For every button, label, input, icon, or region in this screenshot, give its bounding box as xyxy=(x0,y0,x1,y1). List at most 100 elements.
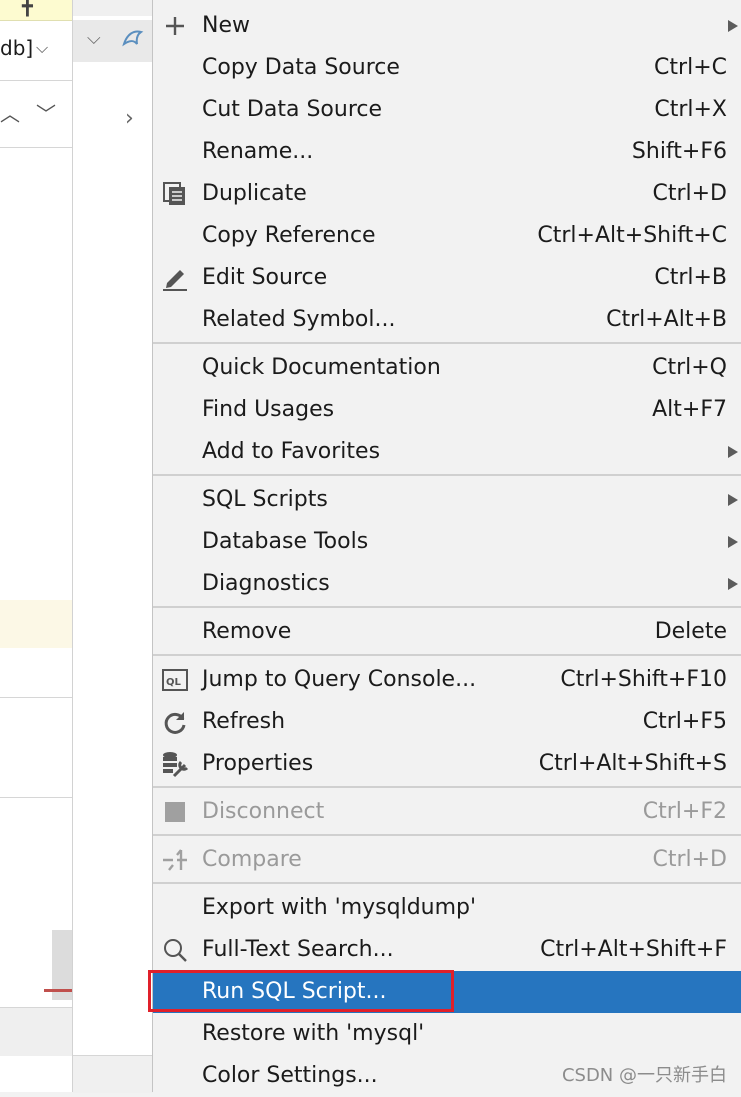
tree-node-selected[interactable]: ⌵ xyxy=(73,20,153,62)
annotation-highlight-box xyxy=(148,970,454,1012)
menu-separator xyxy=(153,834,741,836)
stop-icon xyxy=(161,798,189,826)
menu-item-shortcut: Ctrl+Alt+Shift+F xyxy=(540,937,727,962)
menu-item-label: Rename... xyxy=(202,139,314,164)
menu-item-label: Remove xyxy=(202,619,292,644)
menu-item-quick-documentation[interactable]: Quick Documentation Ctrl+Q xyxy=(153,347,741,389)
menu-item-label: Properties xyxy=(202,751,314,776)
menu-item-shortcut: Alt+F7 xyxy=(652,397,727,422)
menu-item-shortcut: Ctrl+Q xyxy=(652,355,727,380)
menu-item-remove[interactable]: Remove Delete xyxy=(153,611,741,653)
database-tree-panel: ⌵ › xyxy=(73,0,153,1093)
menu-item-shortcut: Ctrl+F5 xyxy=(642,709,727,734)
menu-item-new[interactable]: New xyxy=(153,5,741,47)
menu-item-shortcut: Ctrl+Shift+F10 xyxy=(560,667,727,692)
menu-separator xyxy=(153,786,741,788)
submenu-arrow-icon xyxy=(728,494,738,506)
menu-item-duplicate[interactable]: Duplicate Ctrl+D xyxy=(153,173,741,215)
menu-item-shortcut: Ctrl+Alt+B xyxy=(606,307,727,332)
menu-item-cut-data-source[interactable]: Cut Data Source Ctrl+X xyxy=(153,89,741,131)
pin-icon[interactable]: ╋ xyxy=(22,0,33,17)
error-marker xyxy=(44,989,72,992)
menu-item-shortcut: Ctrl+B xyxy=(654,265,727,290)
menu-item-rename[interactable]: Rename... Shift+F6 xyxy=(153,131,741,173)
menu-item-label: Diagnostics xyxy=(202,571,330,596)
menu-item-export-with-mysqldump[interactable]: Export with 'mysqldump' xyxy=(153,887,741,929)
menu-item-shortcut: Ctrl+X xyxy=(654,97,727,122)
menu-item-compare: Compare Ctrl+D xyxy=(153,839,741,881)
chevron-right-icon[interactable]: › xyxy=(125,106,134,131)
nav-arrows: ︿ ﹀ xyxy=(0,92,72,130)
mid-bottom-bar xyxy=(73,1055,153,1093)
left-bottom-bar xyxy=(0,1007,72,1056)
menu-item-label: Edit Source xyxy=(202,265,328,290)
duplicate-icon xyxy=(161,180,189,208)
schema-selector-label: db] xyxy=(0,36,34,60)
refresh-icon xyxy=(161,708,189,736)
menu-item-sql-scripts[interactable]: SQL Scripts xyxy=(153,479,741,521)
menu-item-shortcut: Ctrl+D xyxy=(652,847,727,872)
menu-item-refresh[interactable]: Refresh Ctrl+F5 xyxy=(153,701,741,743)
submenu-arrow-icon xyxy=(728,446,738,458)
menu-item-label: Compare xyxy=(202,847,302,872)
properties-icon xyxy=(161,750,189,778)
menu-item-jump-to-query-console[interactable]: QL Jump to Query Console... Ctrl+Shift+F10 xyxy=(153,659,741,701)
menu-item-label: Cut Data Source xyxy=(202,97,383,122)
submenu-arrow-icon xyxy=(728,20,738,32)
menu-item-label: New xyxy=(202,13,250,38)
plus-icon xyxy=(161,12,189,40)
menu-item-label: Copy Reference xyxy=(202,223,376,248)
search-icon xyxy=(161,936,189,964)
top-toolbar-strip xyxy=(73,0,153,16)
menu-item-label: Color Settings... xyxy=(202,1063,378,1088)
divider xyxy=(0,147,72,148)
menu-item-label: SQL Scripts xyxy=(202,487,328,512)
menu-item-label: Related Symbol... xyxy=(202,307,396,332)
menu-item-shortcut: Delete xyxy=(654,619,727,644)
divider xyxy=(0,80,72,81)
menu-item-label: Disconnect xyxy=(202,799,325,824)
svg-text:QL: QL xyxy=(166,677,182,688)
menu-item-label: Full-Text Search... xyxy=(202,937,394,962)
context-menu: New Copy Data Source Ctrl+C Cut Data Source… xyxy=(152,0,741,1092)
menu-item-label: Refresh xyxy=(202,709,286,734)
submenu-arrow-icon xyxy=(728,536,738,548)
menu-item-database-tools[interactable]: Database Tools xyxy=(153,521,741,563)
left-toolbar-strip: ╋ xyxy=(0,0,72,21)
menu-item-shortcut: Ctrl+C xyxy=(654,55,727,80)
menu-item-label: Export with 'mysqldump' xyxy=(202,895,477,920)
left-panel: ╋ db] ⌵ ︿ ﹀ xyxy=(0,0,73,1092)
menu-item-copy-data-source[interactable]: Copy Data Source Ctrl+C xyxy=(153,47,741,89)
menu-item-edit-source[interactable]: Edit Source Ctrl+B xyxy=(153,257,741,299)
chevron-down-icon[interactable]: ⌵ xyxy=(87,28,101,49)
chevron-down-icon[interactable]: ﹀ xyxy=(36,98,56,127)
menu-item-restore-with-mysql[interactable]: Restore with 'mysql' xyxy=(153,1013,741,1055)
menu-item-label: Database Tools xyxy=(202,529,369,554)
menu-item-properties[interactable]: Properties Ctrl+Alt+Shift+S xyxy=(153,743,741,785)
schema-selector[interactable]: db] ⌵ xyxy=(0,28,72,68)
menu-item-label: Jump to Query Console... xyxy=(202,667,477,692)
menu-item-related-symbol[interactable]: Related Symbol... Ctrl+Alt+B xyxy=(153,299,741,341)
menu-item-label: Duplicate xyxy=(202,181,307,206)
divider xyxy=(0,697,72,698)
menu-item-find-usages[interactable]: Find Usages Alt+F7 xyxy=(153,389,741,431)
menu-item-diagnostics[interactable]: Diagnostics xyxy=(153,563,741,605)
chevron-up-icon[interactable]: ︿ xyxy=(0,98,20,127)
menu-item-shortcut: Ctrl+F2 xyxy=(642,799,727,824)
pencil-icon xyxy=(161,264,189,292)
menu-separator xyxy=(153,882,741,884)
chevron-down-icon: ⌵ xyxy=(36,38,49,57)
menu-item-label: Add to Favorites xyxy=(202,439,381,464)
menu-item-full-text-search[interactable]: Full-Text Search... Ctrl+Alt+Shift+F xyxy=(153,929,741,971)
submenu-arrow-icon xyxy=(728,578,738,590)
menu-item-copy-reference[interactable]: Copy Reference Ctrl+Alt+Shift+C xyxy=(153,215,741,257)
menu-item-shortcut: Ctrl+D xyxy=(652,181,727,206)
menu-item-label: Copy Data Source xyxy=(202,55,400,80)
menu-separator xyxy=(153,654,741,656)
menu-item-disconnect: Disconnect Ctrl+F2 xyxy=(153,791,741,833)
menu-item-add-to-favorites[interactable]: Add to Favorites xyxy=(153,431,741,473)
menu-item-shortcut: Shift+F6 xyxy=(631,139,727,164)
mysql-dolphin-icon xyxy=(121,26,145,56)
watermark: CSDN @一只新手白 xyxy=(561,1065,727,1086)
menu-item-label: Restore with 'mysql' xyxy=(202,1021,425,1046)
